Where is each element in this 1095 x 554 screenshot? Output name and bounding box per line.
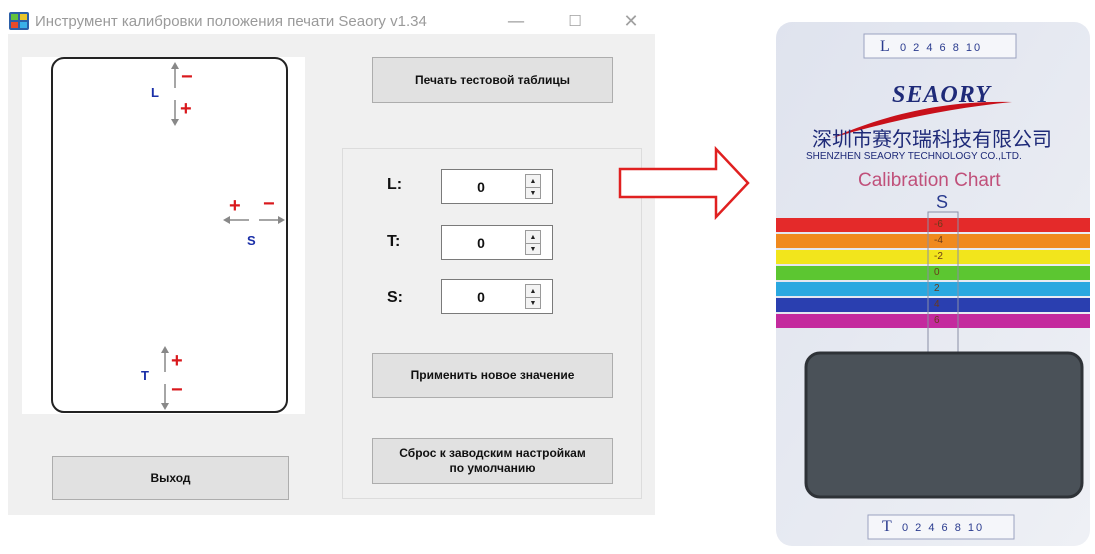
- t-value-input[interactable]: 0: [442, 226, 520, 259]
- window-title: Инструмент калибровки положения печати S…: [35, 13, 427, 30]
- calibration-stripe: [776, 218, 1090, 232]
- l-decrement-icon[interactable]: ▼: [526, 187, 540, 199]
- calibration-chart-title: Calibration Chart: [858, 170, 1001, 191]
- calibration-stripe: [776, 314, 1090, 328]
- t-minus-sign: −: [171, 379, 183, 401]
- field-label-t: T:: [387, 233, 401, 250]
- maximize-button[interactable]: ☐: [555, 8, 595, 34]
- close-icon: ✕: [623, 10, 639, 32]
- s-spin-buttons: ▲ ▼: [525, 284, 541, 309]
- stripe-value-label: 6: [934, 315, 940, 326]
- s-value-input[interactable]: 0: [442, 280, 520, 313]
- calibration-stripe: [776, 282, 1090, 296]
- field-label-s: S:: [387, 289, 403, 306]
- s-horizontal-arrow-icon: [223, 216, 285, 224]
- l-axis-label: L: [151, 85, 159, 100]
- exit-button[interactable]: Выход: [52, 456, 289, 500]
- stripe-value-label: 4: [934, 299, 940, 310]
- s-value-spinbox[interactable]: 0 ▲ ▼: [441, 279, 553, 314]
- title-bar: Инструмент калибровки положения печати S…: [0, 0, 655, 33]
- t-vertical-arrow-icon: [161, 346, 169, 410]
- calibration-stripe: [776, 298, 1090, 312]
- stripe-value-label: -6: [934, 219, 943, 230]
- s-minus-sign: −: [263, 193, 275, 215]
- stripe-value-label: 2: [934, 283, 940, 294]
- calibration-card-photo: L 0 2 4 6 8 10 SEAORY 深圳市赛尔瑞科技有限公司 SHENZ…: [772, 20, 1095, 549]
- apply-new-value-button[interactable]: Применить новое значение: [372, 353, 613, 398]
- stripe-value-label: -4: [934, 235, 943, 246]
- minimize-icon: —: [507, 10, 525, 32]
- stripe-value-label: 0: [934, 267, 940, 278]
- t-axis-label: T: [141, 368, 149, 383]
- s-scale-label: S: [936, 192, 949, 212]
- company-name-cn: 深圳市赛尔瑞科技有限公司: [812, 127, 1052, 151]
- app-window: Инструмент калибровки положения печати S…: [0, 0, 655, 549]
- s-axis-label: S: [247, 233, 256, 248]
- reset-defaults-line1: Сброс к заводским настройкам: [399, 446, 586, 460]
- minimize-button[interactable]: —: [496, 8, 536, 34]
- right-arrow-icon: [618, 145, 750, 221]
- close-button[interactable]: ✕: [611, 8, 651, 34]
- l-plus-sign: +: [180, 98, 192, 120]
- maximize-icon: ☐: [568, 12, 582, 30]
- s-decrement-icon[interactable]: ▼: [526, 297, 540, 309]
- t-plus-sign: +: [171, 350, 183, 372]
- l-spin-buttons: ▲ ▼: [525, 174, 541, 199]
- brand-logo-text: SEAORY: [892, 82, 991, 108]
- reset-defaults-line2: по умолчанию: [449, 461, 536, 475]
- field-label-l: L:: [387, 176, 403, 193]
- company-name-en: SHENZHEN SEAORY TECHNOLOGY CO.,LTD.: [806, 151, 1022, 162]
- print-test-chart-button[interactable]: Печать тестовой таблицы: [372, 57, 613, 103]
- t-value-spinbox[interactable]: 0 ▲ ▼: [441, 225, 553, 260]
- bottom-scale-numbers: 0 2 4 6 8 10: [902, 522, 985, 534]
- app-logo-icon: [9, 12, 29, 30]
- stripe-value-label: -2: [934, 251, 943, 262]
- t-decrement-icon[interactable]: ▼: [526, 243, 540, 255]
- reset-defaults-button[interactable]: Сброс к заводским настройкам по умолчани…: [372, 438, 613, 484]
- l-value-spinbox[interactable]: 0 ▲ ▼: [441, 169, 553, 204]
- s-plus-sign: +: [229, 195, 241, 217]
- calibration-stripe: [776, 266, 1090, 280]
- l-value-input[interactable]: 0: [442, 170, 520, 203]
- t-spin-buttons: ▲ ▼: [525, 230, 541, 255]
- l-minus-sign: −: [181, 66, 193, 88]
- calibration-stripe: [776, 250, 1090, 264]
- top-scale-numbers: 0 2 4 6 8 10: [900, 42, 983, 54]
- bottom-scale-letter: T: [882, 518, 892, 535]
- calibration-stripe: [776, 234, 1090, 248]
- top-scale-letter: L: [880, 38, 890, 55]
